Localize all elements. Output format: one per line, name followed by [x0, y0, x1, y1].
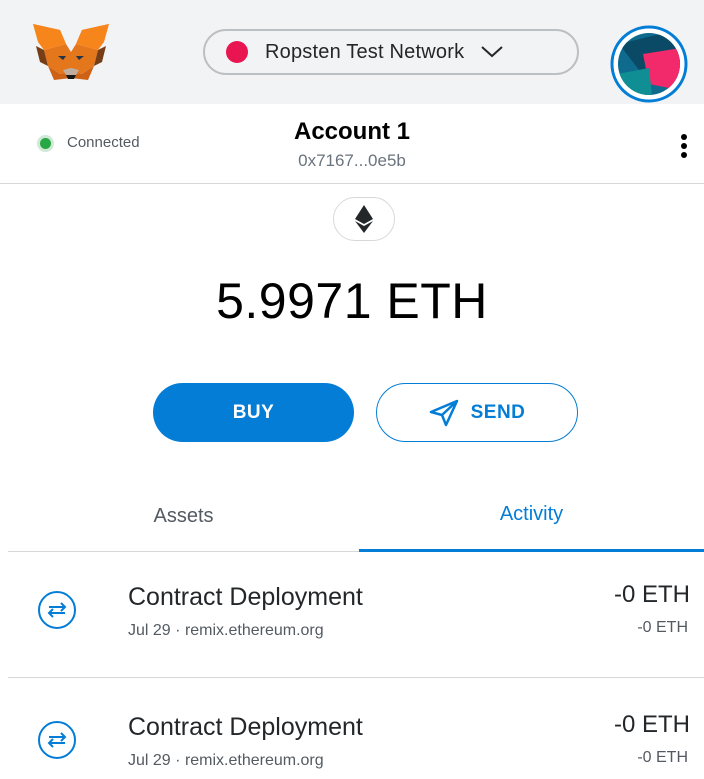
send-button-label: SEND [470, 401, 526, 423]
transaction-title: Contract Deployment [128, 583, 363, 611]
send-button[interactable]: SEND [376, 383, 578, 442]
buy-button[interactable]: BUY [153, 383, 354, 442]
transaction-amount: -0 ETH [613, 711, 690, 738]
network-label: Ropsten Test Network [265, 40, 465, 63]
separator-dot: · [175, 622, 185, 639]
transaction-list-item[interactable]: Contract Deployment Jul 29 · remix.ether… [8, 683, 704, 779]
transaction-secondary-amount: -0 ETH [637, 749, 688, 766]
chevron-down-icon [481, 46, 503, 58]
transaction-origin: remix.ethereum.org [184, 622, 324, 639]
send-arrow-icon [429, 399, 458, 426]
metamask-fox-icon[interactable] [30, 22, 112, 82]
transaction-date: Jul 29 [128, 622, 171, 639]
tab-assets[interactable]: Assets [8, 480, 359, 552]
transaction-list-item[interactable]: Contract Deployment Jul 29 · remix.ether… [8, 553, 704, 678]
ethereum-icon [333, 197, 395, 241]
transaction-date: Jul 29 [128, 752, 171, 769]
network-selector[interactable]: Ropsten Test Network [203, 29, 579, 75]
transaction-amount: -0 ETH [613, 581, 690, 608]
network-status-dot [226, 41, 248, 63]
balance-amount: 5.9971 ETH [216, 273, 488, 329]
contract-interaction-icon [38, 721, 76, 759]
account-address[interactable]: 0x7167...0e5b [0, 151, 704, 171]
home-tabs: Assets Activity [8, 480, 704, 552]
transaction-title: Contract Deployment [128, 713, 363, 741]
app-header: Ropsten Test Network [0, 0, 704, 104]
contract-interaction-icon [38, 591, 76, 629]
buy-button-label: BUY [232, 401, 275, 423]
tab-activity[interactable]: Activity [359, 480, 704, 552]
transaction-subtitle: Jul 29 · remix.ethereum.org [128, 752, 324, 770]
transaction-secondary-amount: -0 ETH [637, 619, 688, 636]
kebab-menu-icon[interactable] [675, 132, 693, 160]
transaction-origin: remix.ethereum.org [184, 752, 324, 769]
account-bar: Connected Account 1 0x7167...0e5b [0, 104, 704, 184]
separator-dot: · [175, 752, 185, 769]
account-avatar-icon[interactable] [609, 24, 689, 104]
account-name[interactable]: Account 1 [0, 118, 704, 146]
transaction-subtitle: Jul 29 · remix.ethereum.org [128, 622, 324, 640]
